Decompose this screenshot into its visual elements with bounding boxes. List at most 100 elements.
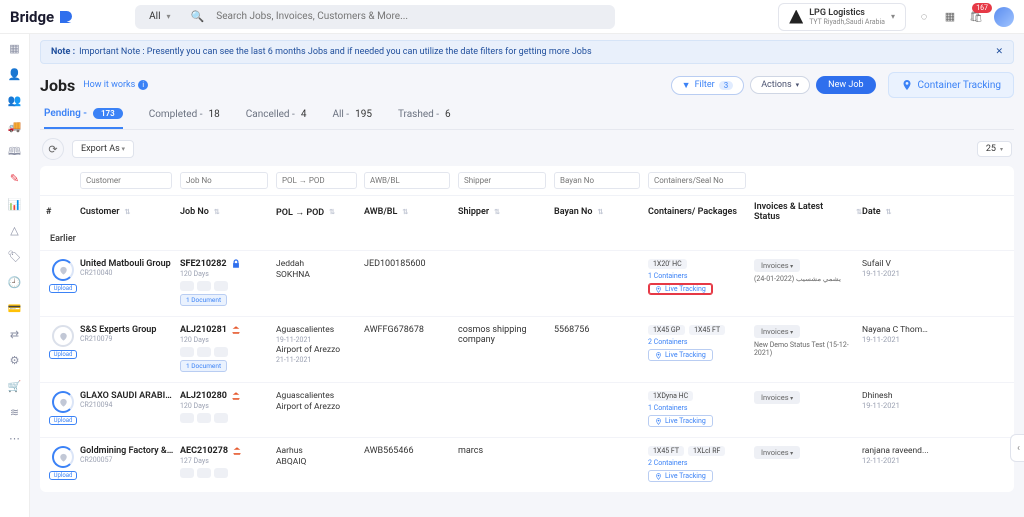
col-bayan[interactable]: Bayan No	[554, 207, 648, 217]
table-row[interactable]: Upload United Matbouli GroupCR210040 SFE…	[40, 250, 1014, 316]
new-job-button[interactable]: New Job	[816, 76, 875, 94]
col-polpod[interactable]: POL → POD	[276, 207, 364, 218]
cell-invoices: Invoices	[754, 391, 862, 427]
col-customer[interactable]: Customer	[80, 207, 180, 217]
filter-shipper[interactable]	[458, 172, 546, 189]
cell-bayan	[554, 259, 648, 306]
mini-chip	[180, 281, 194, 291]
global-search[interactable]: All 🔍	[135, 5, 615, 29]
upload-chip[interactable]: Upload	[49, 471, 78, 480]
rail-cart-icon[interactable]: 🛒	[7, 378, 23, 394]
cell-customer: United Matbouli GroupCR210040	[80, 259, 180, 306]
tab-all-label: All -	[332, 109, 349, 120]
tenant-switcher[interactable]: LPG Logistics TYT Riyadh,Saudi Arabia ▾	[778, 3, 906, 31]
filter-bayan[interactable]	[554, 172, 640, 189]
invoices-dropdown[interactable]: Invoices	[754, 446, 800, 459]
tab-completed[interactable]: Completed - 18	[149, 102, 220, 129]
filter-jobno[interactable]	[180, 172, 268, 189]
col-date[interactable]: Date	[862, 207, 932, 217]
document-chip[interactable]: 1 Document	[180, 294, 227, 306]
rail-book-icon[interactable]: 🕮	[7, 144, 23, 160]
live-tracking-chip[interactable]: Live Tracking	[648, 415, 713, 427]
rail-settings-icon[interactable]: ⚙	[7, 352, 23, 368]
close-icon[interactable]: ✕	[995, 47, 1003, 57]
search-input[interactable]	[210, 11, 615, 22]
search-scope-select[interactable]: All	[135, 11, 184, 22]
table-row[interactable]: Upload Goldmining Factory & P...CR200057…	[40, 437, 1014, 492]
table-row[interactable]: Upload GLAXO SAUDI ARABIA L...CR210094 A…	[40, 382, 1014, 437]
cell-jobno: ALJ210281 120 Days 1 Document	[180, 325, 276, 372]
container-tracking-label: Container Tracking	[918, 80, 1001, 91]
filter-count: 3	[719, 81, 734, 90]
cell-bayan: 5568756	[554, 325, 648, 372]
rail-truck-icon[interactable]: 🚚	[7, 118, 23, 134]
filter-icon: ▼	[682, 80, 691, 91]
tab-trashed[interactable]: Trashed - 6	[398, 102, 451, 129]
notice-label: Note :	[51, 47, 75, 57]
tab-all[interactable]: All - 195	[332, 102, 372, 129]
invoices-dropdown[interactable]: Invoices	[754, 259, 800, 272]
upload-chip[interactable]: Upload	[49, 350, 78, 359]
rail-users-icon[interactable]: 👥	[7, 92, 23, 108]
col-hash: #	[46, 207, 80, 217]
table-row[interactable]: Upload S&S Experts GroupCR210079 ALJ2102…	[40, 316, 1014, 382]
actions-dropdown[interactable]: Actions	[750, 76, 810, 94]
invoices-dropdown[interactable]: Invoices	[754, 325, 800, 338]
container-tracking-button[interactable]: Container Tracking	[888, 72, 1014, 98]
upload-chip[interactable]: Upload	[49, 284, 78, 293]
notifications-icon[interactable]: 🛍167	[968, 9, 984, 25]
cell-awb	[364, 391, 458, 427]
col-shipper[interactable]: Shipper	[458, 207, 554, 217]
export-dropdown[interactable]: Export As	[72, 140, 134, 158]
rail-alerts-icon[interactable]: △	[7, 222, 23, 238]
filter-polpod[interactable]	[276, 172, 357, 189]
container-size-chip: 1X20' HC	[648, 259, 687, 269]
tab-pending[interactable]: Pending -173	[44, 102, 123, 129]
cell-invoices: Invoices	[754, 446, 862, 482]
filter-awb[interactable]	[364, 172, 450, 189]
live-tracking-chip[interactable]: Live Tracking	[648, 283, 713, 295]
help-icon[interactable]: ◌	[916, 9, 932, 25]
upload-chip[interactable]: Upload	[49, 416, 78, 425]
ship-icon	[232, 446, 242, 456]
document-chip[interactable]: 1 Document	[180, 360, 227, 372]
live-tracking-chip[interactable]: Live Tracking	[648, 470, 713, 482]
filter-button[interactable]: ▼ Filter 3	[671, 76, 745, 95]
rail-sync-icon[interactable]: ⇄	[7, 326, 23, 342]
invoices-dropdown[interactable]: Invoices	[754, 391, 800, 404]
collapse-handle[interactable]: ‹	[1010, 434, 1024, 462]
rail-more-icon[interactable]: ⋯	[7, 430, 23, 446]
info-banner: Note : Important Note : Presently you ca…	[40, 40, 1014, 64]
progress-ring-icon	[52, 446, 74, 468]
apps-icon[interactable]: ▦	[942, 9, 958, 25]
refresh-button[interactable]: ⟳	[42, 138, 64, 160]
ship-icon	[231, 391, 241, 401]
rail-reports-icon[interactable]: 📊	[7, 196, 23, 212]
col-awb[interactable]: AWB/BL	[364, 207, 458, 217]
tab-cancelled[interactable]: Cancelled - 4	[246, 102, 307, 129]
filter-container[interactable]	[648, 172, 746, 189]
rail-jobs-icon[interactable]: ✎	[7, 170, 23, 186]
cell-customer: S&S Experts GroupCR210079	[80, 325, 180, 372]
tab-all-count: 195	[355, 109, 372, 120]
user-avatar[interactable]	[994, 7, 1014, 27]
cell-jobno: SFE210282 120 Days 1 Document	[180, 259, 276, 306]
status-tabs: Pending -173 Completed - 18 Cancelled - …	[40, 102, 1014, 130]
col-jobno[interactable]: Job No	[180, 207, 276, 217]
rail-payments-icon[interactable]: 💳	[7, 300, 23, 316]
rail-people-icon[interactable]: 👤	[7, 66, 23, 82]
rail-history-icon[interactable]: 🕘	[7, 274, 23, 290]
cell-date: Nayana C Thomas19-11-2021	[862, 325, 932, 372]
live-tracking-chip[interactable]: Live Tracking	[648, 349, 713, 361]
filter-customer[interactable]	[80, 172, 172, 189]
notice-text: Important Note : Presently you can see t…	[79, 47, 592, 57]
rail-tags-icon[interactable]: 🏷	[7, 248, 23, 264]
page-size-select[interactable]: 25	[977, 141, 1012, 157]
how-it-works-link[interactable]: How it works i	[83, 80, 148, 90]
col-invoices[interactable]: Invoices & Latest Status	[754, 202, 862, 222]
rail-dashboard-icon[interactable]: ▦	[7, 40, 23, 56]
rail-layers-icon[interactable]: ≋	[7, 404, 23, 420]
cell-invoices: Invoices يشمي مشسيب (2022-01-24)	[754, 259, 862, 306]
app-logo[interactable]: Bridge	[10, 8, 75, 26]
mini-chip	[180, 413, 194, 423]
